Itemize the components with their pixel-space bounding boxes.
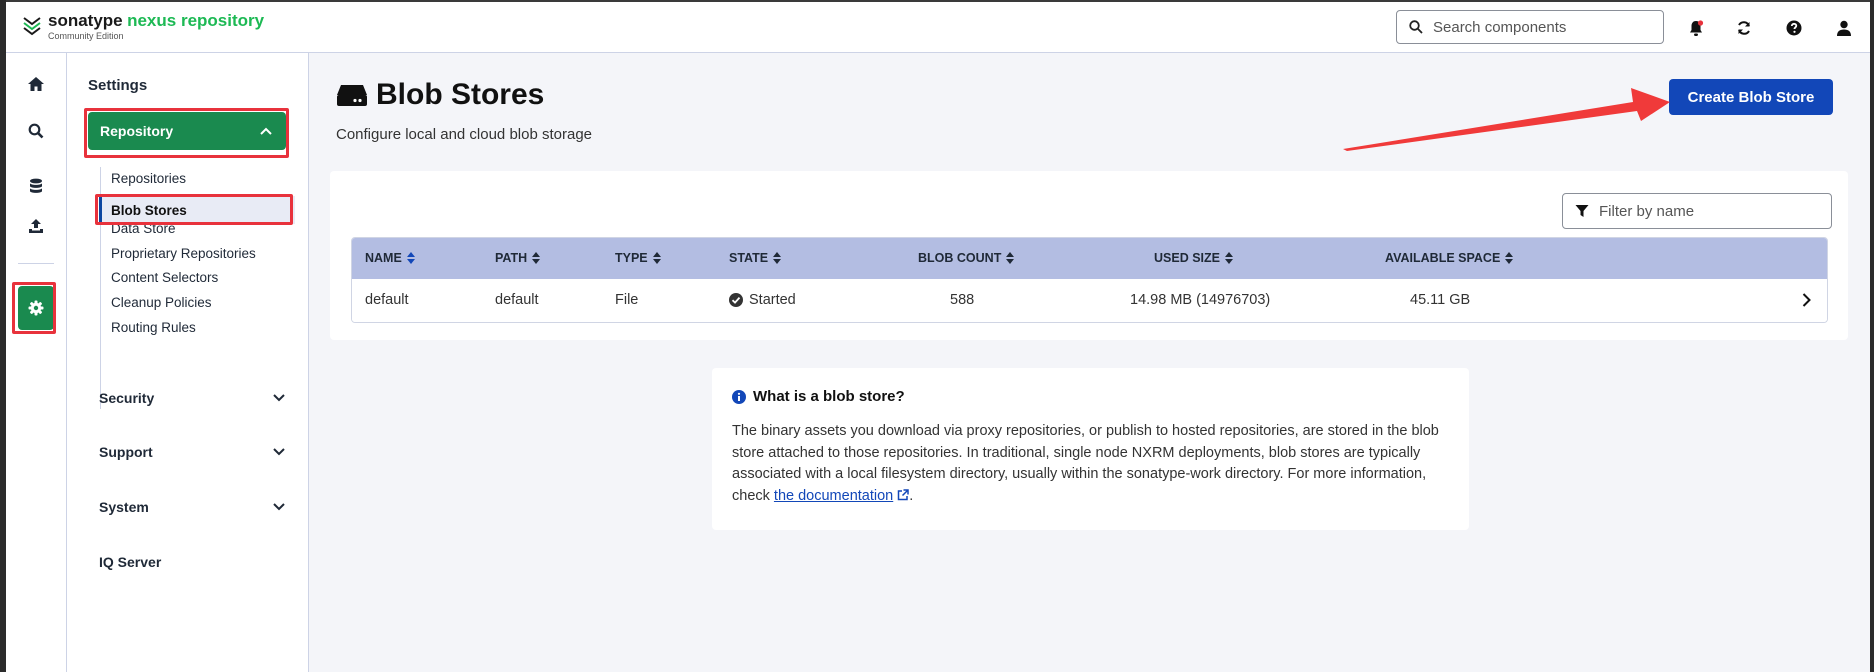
cell-state-text: Started [749,292,796,308]
page-subtitle: Configure local and cloud blob storage [336,126,593,143]
sort-icon [773,252,782,264]
settings-sidebar: Settings Repository Repositories Blob St… [67,53,309,672]
sidebar-item-blob-stores[interactable]: Blob Stores [99,196,295,224]
create-blob-store-button[interactable]: Create Blob Store [1669,79,1833,115]
upload-icon[interactable] [24,214,48,238]
column-header-blob-count[interactable]: BLOB COUNT [918,251,1015,265]
sort-icon [1225,252,1233,264]
sort-icon [1006,252,1015,264]
sidebar-group-security-label: Security [99,390,155,406]
refresh-icon[interactable] [1734,18,1754,38]
sidebar-title: Settings [88,77,148,94]
cell-available-space: 45.11 GB [1410,292,1471,308]
top-header: sonatype nexus repository Community Edit… [6,2,1870,53]
hard-drive-icon [337,85,367,106]
column-header-used-size[interactable]: USED SIZE [1154,251,1233,265]
blob-stores-table: NAME PATH TYPE STATE BLOB COUNT USED SIZ… [351,237,1828,323]
sidebar-group-iq-server[interactable]: IQ Server [99,554,285,570]
sidebar-group-repository-label: Repository [100,123,174,139]
chevron-down-icon [273,503,285,511]
sidebar-group-system-label: System [99,499,149,515]
rail-divider [18,263,54,264]
info-title-text: What is a blob store? [753,388,905,405]
sidebar-item-cleanup-policies[interactable]: Cleanup Policies [111,295,212,310]
user-account-icon[interactable] [1834,18,1854,38]
table-header: NAME PATH TYPE STATE BLOB COUNT USED SIZ… [352,238,1827,279]
sort-icon [406,252,415,264]
home-icon[interactable] [24,72,48,96]
search-input[interactable] [1431,17,1655,37]
cell-name: default [365,292,409,308]
sidebar-item-proprietary-repositories[interactable]: Proprietary Repositories [111,246,256,261]
search-components-box[interactable] [1396,10,1664,44]
info-body-tail: . [909,487,914,504]
sonatype-logo-icon [23,17,41,36]
brand-edition: Community Edition [48,31,124,41]
sort-icon [532,252,541,264]
blob-stores-card: NAME PATH TYPE STATE BLOB COUNT [330,171,1848,340]
column-header-name[interactable]: NAME [365,251,415,265]
blob-store-info-panel: What is a blob store? The binary assets … [712,368,1469,530]
sidebar-group-repository[interactable]: Repository [88,112,286,150]
cell-blob-count: 588 [950,292,975,308]
main-content: Blob Stores Configure local and cloud bl… [309,53,1870,672]
notifications-bell-icon[interactable] [1686,18,1706,38]
sidebar-group-security[interactable]: Security [99,390,285,406]
database-icon[interactable] [24,174,48,198]
cell-used-size: 14.98 MB (14976703) [1130,292,1271,308]
filter-input[interactable] [1597,201,1821,221]
gear-icon [28,300,44,316]
search-icon [1409,20,1423,34]
sort-icon [1505,252,1514,264]
sidebar-group-support-label: Support [99,444,153,460]
check-circle-icon [729,293,743,307]
column-header-path[interactable]: PATH [495,251,541,265]
cell-path: default [495,292,539,308]
brand-sonatype: sonatype [48,11,123,30]
search-icon[interactable] [24,119,48,143]
window-frame-right [1870,0,1874,672]
cell-type: File [615,292,639,308]
filter-by-name-box[interactable] [1562,193,1832,229]
sidebar-group-system[interactable]: System [99,499,285,515]
chevron-right-icon[interactable] [1802,293,1811,311]
info-title: What is a blob store? [732,388,905,405]
sort-icon [652,252,661,264]
settings-gear-button[interactable] [18,286,54,330]
sidebar-group-iq-server-label: IQ Server [99,554,162,570]
brand-nexus: nexus repository [127,11,265,30]
sidebar-item-content-selectors[interactable]: Content Selectors [111,270,218,285]
column-header-available-space[interactable]: AVAILABLE SPACE [1385,251,1514,265]
filter-icon [1575,205,1589,217]
info-icon [732,389,746,404]
column-header-state[interactable]: STATE [729,251,782,265]
app-logo[interactable]: sonatype nexus repository Community Edit… [22,12,264,41]
sidebar-item-routing-rules[interactable]: Routing Rules [111,320,196,335]
sidebar-item-repositories[interactable]: Repositories [111,171,186,186]
sidebar-item-data-store[interactable]: Data Store [111,221,176,236]
chevron-up-icon [260,127,272,135]
column-header-type[interactable]: TYPE [615,251,661,265]
chevron-down-icon [273,448,285,456]
sidebar-group-support[interactable]: Support [99,444,285,460]
page-title: Blob Stores [336,78,544,112]
documentation-link[interactable]: the documentation [774,488,893,504]
chevron-down-icon [273,394,285,402]
page-title-text: Blob Stores [376,78,545,111]
info-body: The binary assets you download via proxy… [732,421,1444,507]
help-icon[interactable] [1784,18,1804,38]
icon-rail [6,53,67,672]
cell-state: Started [729,292,796,308]
external-link-icon[interactable] [897,488,910,501]
table-row[interactable]: default default File Started 588 14.98 M… [352,279,1827,322]
